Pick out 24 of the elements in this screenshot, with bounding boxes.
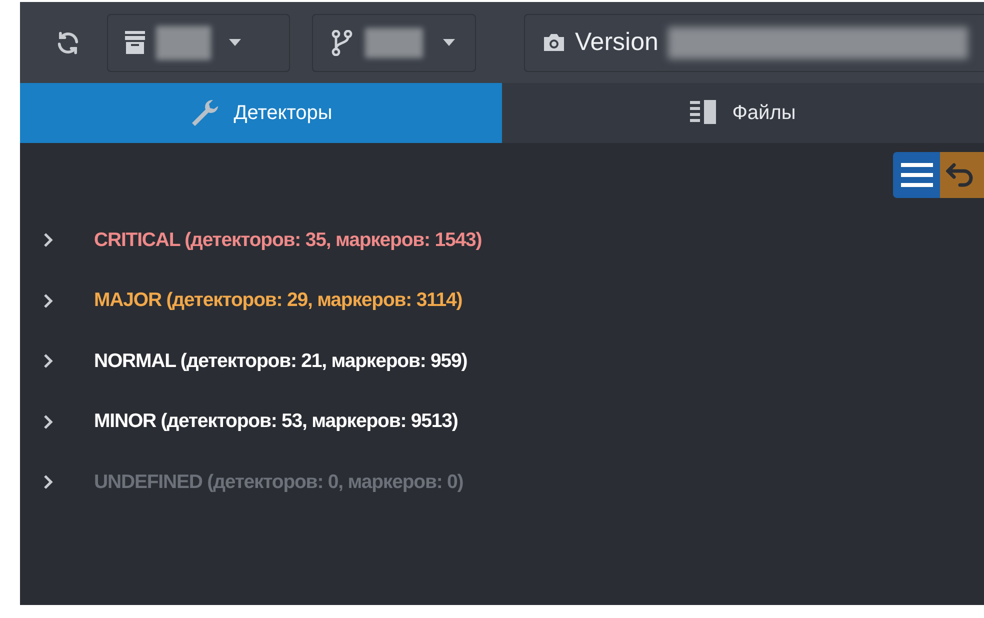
severity-group-label[interactable]: NORMAL (детекторов: 21, маркеров: 959) bbox=[94, 346, 468, 376]
chevron-right-icon[interactable] bbox=[42, 354, 54, 368]
repository-dropdown[interactable] bbox=[107, 14, 290, 72]
chevron-right-icon[interactable] bbox=[42, 475, 54, 490]
tab[interactable]: Детекторы bbox=[20, 83, 502, 143]
version-label: Version bbox=[575, 26, 658, 58]
branch-icon bbox=[331, 30, 353, 56]
redacted-block bbox=[156, 26, 211, 60]
chevron-right-icon[interactable] bbox=[42, 233, 54, 248]
camera-icon bbox=[543, 33, 565, 52]
severity-group-label[interactable]: CRITICAL (детекторов: 35, маркеров: 1543) bbox=[94, 226, 482, 255]
severity-group-label[interactable]: MAJOR (детекторов: 29, маркеров: 3114) bbox=[94, 286, 462, 316]
caret-icon bbox=[443, 38, 455, 46]
chevron-right-icon[interactable] bbox=[42, 414, 54, 429]
caret-icon bbox=[229, 38, 241, 46]
undo-button[interactable] bbox=[940, 152, 984, 198]
version-field[interactable]: Version bbox=[524, 14, 984, 72]
branch-dropdown[interactable] bbox=[312, 14, 476, 72]
redacted-block bbox=[365, 28, 423, 58]
archive-icon bbox=[124, 30, 146, 54]
chevron-right-icon[interactable] bbox=[42, 294, 54, 308]
severity-group-label[interactable]: MINOR (детекторов: 53, маркеров: 9513) bbox=[94, 407, 458, 436]
menu-icon bbox=[900, 162, 932, 188]
list-view-button[interactable] bbox=[893, 152, 940, 198]
